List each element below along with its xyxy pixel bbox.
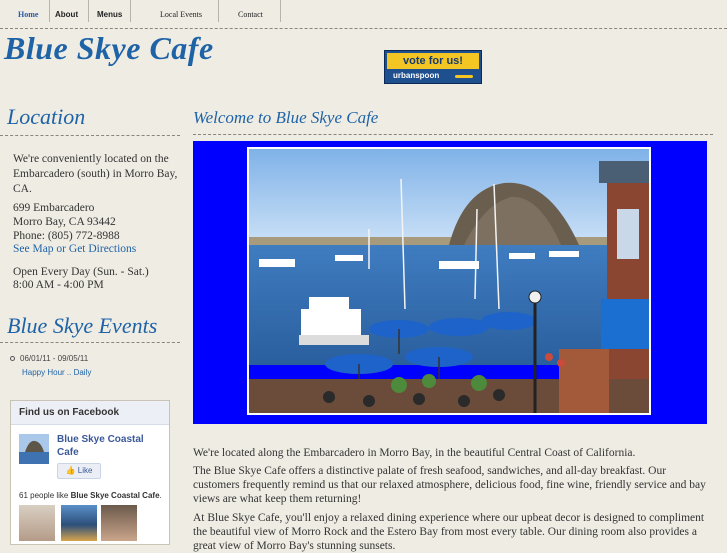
hours-line: 8:00 AM - 4:00 PM: [13, 279, 104, 291]
like-count-text: 61 people like: [19, 491, 71, 500]
events-heading: Blue Skye Events: [7, 313, 158, 338]
urbanspoon-label: urbanspoon: [393, 71, 440, 80]
welcome-heading: Welcome to Blue Skye Cafe: [193, 108, 379, 127]
facebook-like-box: Find us on Facebook Blue Skye Coastal Ca…: [10, 400, 170, 545]
map-directions-link[interactable]: See Map or Get Directions: [13, 243, 136, 255]
harbor-photo: [247, 147, 651, 415]
top-navigation: Home About Menus Local Events Contact: [0, 0, 727, 30]
facebook-like-button[interactable]: 👍 Like: [57, 463, 101, 479]
nav-divider: [88, 0, 89, 22]
facebook-like-label: Like: [77, 466, 93, 475]
thumbs-up-icon: 👍: [65, 466, 76, 475]
location-intro: We're conveniently located on the Embarc…: [13, 153, 178, 195]
facebook-fan-avatar[interactable]: [19, 505, 55, 541]
facebook-box-header: Find us on Facebook: [11, 401, 169, 425]
dining-paragraph: At Blue Skye Cafe, you'll enjoy a relaxe…: [193, 512, 705, 552]
nav-divider: [218, 0, 219, 22]
nav-about[interactable]: About: [55, 10, 78, 19]
nav-divider-line: [0, 28, 727, 29]
facebook-like-count: 61 people like Blue Skye Coastal Cafe.: [19, 491, 169, 500]
vote-badge-label: vote for us!: [387, 53, 479, 69]
about-paragraph: The Blue Skye Cafe offers a distinctive …: [193, 465, 706, 505]
site-title[interactable]: Blue Skye Cafe: [4, 30, 214, 67]
morro-bay-harbor-illustration: [249, 149, 649, 413]
divider: [0, 342, 180, 343]
event-date-text: 06/01/11 - 09/05/11: [20, 354, 89, 363]
like-count-suffix: .: [159, 491, 162, 500]
nav-home[interactable]: Home: [18, 10, 38, 19]
facebook-fan-avatar[interactable]: [101, 505, 137, 541]
like-count-page-name[interactable]: Blue Skye Coastal Cafe: [71, 491, 160, 500]
nav-local-events[interactable]: Local Events: [160, 10, 202, 19]
location-heading: Location: [7, 104, 86, 129]
morro-rock-thumbnail-icon: [19, 434, 49, 464]
facebook-fan-avatar[interactable]: [61, 505, 97, 541]
address-line: 699 Embarcadero: [13, 202, 95, 214]
urbanspoon-vote-badge[interactable]: vote for us! urbanspoon: [384, 50, 482, 84]
nav-menus[interactable]: Menus: [97, 10, 122, 19]
event-date: 06/01/11 - 09/05/11: [10, 354, 88, 363]
address-line: Morro Bay, CA 93442: [13, 216, 116, 228]
nav-divider: [280, 0, 281, 22]
spoon-icon: [455, 75, 473, 78]
bullet-icon: [10, 356, 15, 362]
urbanspoon-logo: urbanspoon: [387, 70, 479, 82]
nav-divider: [130, 0, 131, 22]
divider: [193, 134, 713, 135]
facebook-page-name[interactable]: Blue Skye Coastal Cafe: [57, 433, 165, 459]
divider: [0, 135, 180, 136]
event-link[interactable]: Happy Hour .. Daily: [22, 368, 91, 377]
nav-divider: [49, 0, 50, 22]
nav-contact[interactable]: Contact: [238, 10, 263, 19]
intro-paragraph: We're located along the Embarcadero in M…: [193, 447, 636, 459]
facebook-page-thumbnail[interactable]: [19, 434, 49, 464]
